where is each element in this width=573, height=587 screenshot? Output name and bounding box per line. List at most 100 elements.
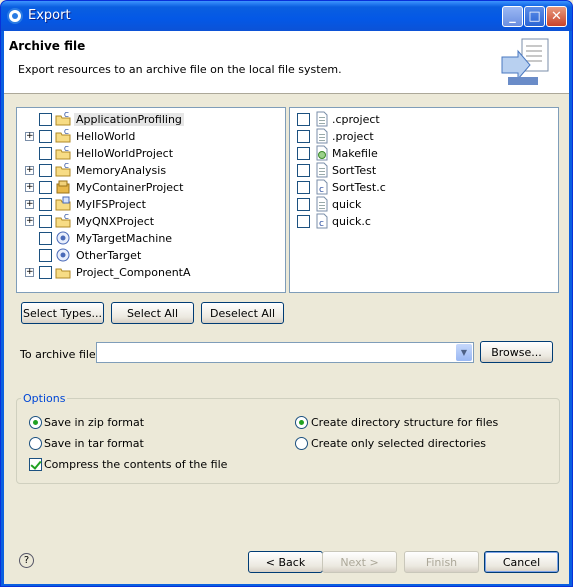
svg-text:c: c [319, 219, 324, 229]
tree-row[interactable]: + MyIFSProject [17, 196, 285, 213]
back-button[interactable]: < Back [248, 551, 323, 573]
deselect-all-button[interactable]: Deselect All [201, 302, 284, 324]
file-label[interactable]: quick [332, 198, 361, 211]
tree-row[interactable]: + C MemoryAnalysis [17, 162, 285, 179]
tree-row[interactable]: + C MyQNXProject [17, 213, 285, 230]
compress-checkbox[interactable] [29, 458, 42, 471]
expand-icon[interactable]: + [25, 268, 34, 277]
file-checkbox[interactable] [297, 198, 310, 211]
finish-button[interactable]: Finish [404, 551, 479, 573]
file-list[interactable]: .cproject .project Makefile SortTest c SortTe… [289, 107, 559, 293]
tree-row[interactable]: MyTargetMachine [17, 230, 285, 247]
project-label[interactable]: MyQNXProject [76, 215, 154, 228]
expand-icon[interactable]: + [25, 217, 34, 226]
project-checkbox[interactable] [39, 232, 52, 245]
makefile-icon [316, 145, 328, 161]
tar-format-radio[interactable] [29, 437, 42, 450]
tree-row[interactable]: C ApplicationProfiling [17, 111, 285, 128]
select-all-button[interactable]: Select All [111, 302, 194, 324]
file-row[interactable]: c quick.c [290, 213, 558, 230]
help-icon[interactable]: ? [19, 553, 34, 568]
file-label[interactable]: SortTest [332, 164, 376, 177]
file-row[interactable]: SortTest [290, 162, 558, 179]
tree-row[interactable]: + MyContainerProject [17, 179, 285, 196]
tree-row[interactable]: C HelloWorldProject [17, 145, 285, 162]
project-label[interactable]: HelloWorld [76, 130, 135, 143]
expand-icon[interactable]: + [25, 132, 34, 141]
expand-icon[interactable]: + [25, 166, 34, 175]
file-label[interactable]: quick.c [332, 215, 371, 228]
create-selected-radio[interactable] [295, 437, 308, 450]
file-label[interactable]: SortTest.c [332, 181, 386, 194]
title-bar[interactable]: Export _ □ ✕ [1, 1, 572, 31]
project-checkbox[interactable] [39, 113, 52, 126]
expand-icon[interactable]: + [25, 183, 34, 192]
minimize-button[interactable]: _ [502, 6, 523, 27]
file-row[interactable]: quick [290, 196, 558, 213]
select-types-button[interactable]: Select Types... [21, 302, 104, 324]
project-label[interactable]: MyIFSProject [76, 198, 146, 211]
project-folder-c-icon: C [55, 213, 71, 228]
project-checkbox[interactable] [39, 164, 52, 177]
project-checkbox[interactable] [39, 147, 52, 160]
next-label: Next > [340, 555, 379, 569]
project-checkbox[interactable] [39, 215, 52, 228]
file-label[interactable]: Makefile [332, 147, 378, 160]
project-tree[interactable]: C ApplicationProfiling + C HelloWorld C HelloW… [16, 107, 286, 293]
tar-format-label[interactable]: Save in tar format [44, 437, 144, 450]
options-title: Options [21, 392, 68, 405]
file-checkbox[interactable] [297, 130, 310, 143]
project-label[interactable]: ApplicationProfiling [74, 113, 184, 126]
deselect-all-label: Deselect All [209, 306, 276, 320]
chevron-down-icon[interactable]: ▼ [456, 344, 472, 361]
cancel-button[interactable]: Cancel [484, 551, 559, 573]
next-button[interactable]: Next > [322, 551, 397, 573]
project-label[interactable]: MyContainerProject [76, 181, 183, 194]
tree-row[interactable]: + Project_ComponentA [17, 264, 285, 281]
compress-label[interactable]: Compress the contents of the file [44, 458, 227, 471]
project-label[interactable]: MyTargetMachine [76, 232, 172, 245]
export-dialog: Export _ □ ✕ Archive file Export resourc… [0, 0, 573, 587]
svg-text:C: C [64, 111, 69, 119]
file-row[interactable]: c SortTest.c [290, 179, 558, 196]
tree-row[interactable]: + C HelloWorld [17, 128, 285, 145]
file-checkbox[interactable] [297, 164, 310, 177]
create-structure-radio[interactable] [295, 416, 308, 429]
create-selected-label[interactable]: Create only selected directories [311, 437, 486, 450]
file-label[interactable]: .cproject [332, 113, 380, 126]
project-checkbox[interactable] [39, 266, 52, 279]
wizard-header: Archive file Export resources to an arch… [4, 31, 569, 94]
project-label[interactable]: MemoryAnalysis [76, 164, 166, 177]
file-row[interactable]: .cproject [290, 111, 558, 128]
file-checkbox[interactable] [297, 113, 310, 126]
archive-file-combo[interactable]: ▼ [96, 342, 474, 363]
zip-format-radio[interactable] [29, 416, 42, 429]
project-checkbox[interactable] [39, 130, 52, 143]
container-project-icon [56, 180, 70, 194]
file-checkbox[interactable] [297, 181, 310, 194]
create-structure-label[interactable]: Create directory structure for files [311, 416, 498, 429]
project-folder-c-icon: C [55, 145, 71, 160]
file-label[interactable]: .project [332, 130, 374, 143]
project-label[interactable]: OtherTarget [76, 249, 141, 262]
back-label: < Back [265, 555, 306, 569]
file-row[interactable]: .project [290, 128, 558, 145]
project-checkbox[interactable] [39, 249, 52, 262]
project-label[interactable]: HelloWorldProject [76, 147, 173, 160]
expand-icon[interactable]: + [25, 200, 34, 209]
file-checkbox[interactable] [297, 147, 310, 160]
file-row[interactable]: Makefile [290, 145, 558, 162]
target-icon [56, 248, 70, 262]
project-folder-c-icon: C [55, 162, 71, 177]
file-checkbox[interactable] [297, 215, 310, 228]
text-file-icon [316, 162, 328, 178]
target-icon [56, 231, 70, 245]
close-button[interactable]: ✕ [546, 6, 567, 27]
browse-button[interactable]: Browse... [480, 341, 553, 363]
project-checkbox[interactable] [39, 198, 52, 211]
project-label[interactable]: Project_ComponentA [76, 266, 191, 279]
zip-format-label[interactable]: Save in zip format [44, 416, 144, 429]
tree-row[interactable]: OtherTarget [17, 247, 285, 264]
maximize-button[interactable]: □ [524, 6, 545, 27]
project-checkbox[interactable] [39, 181, 52, 194]
